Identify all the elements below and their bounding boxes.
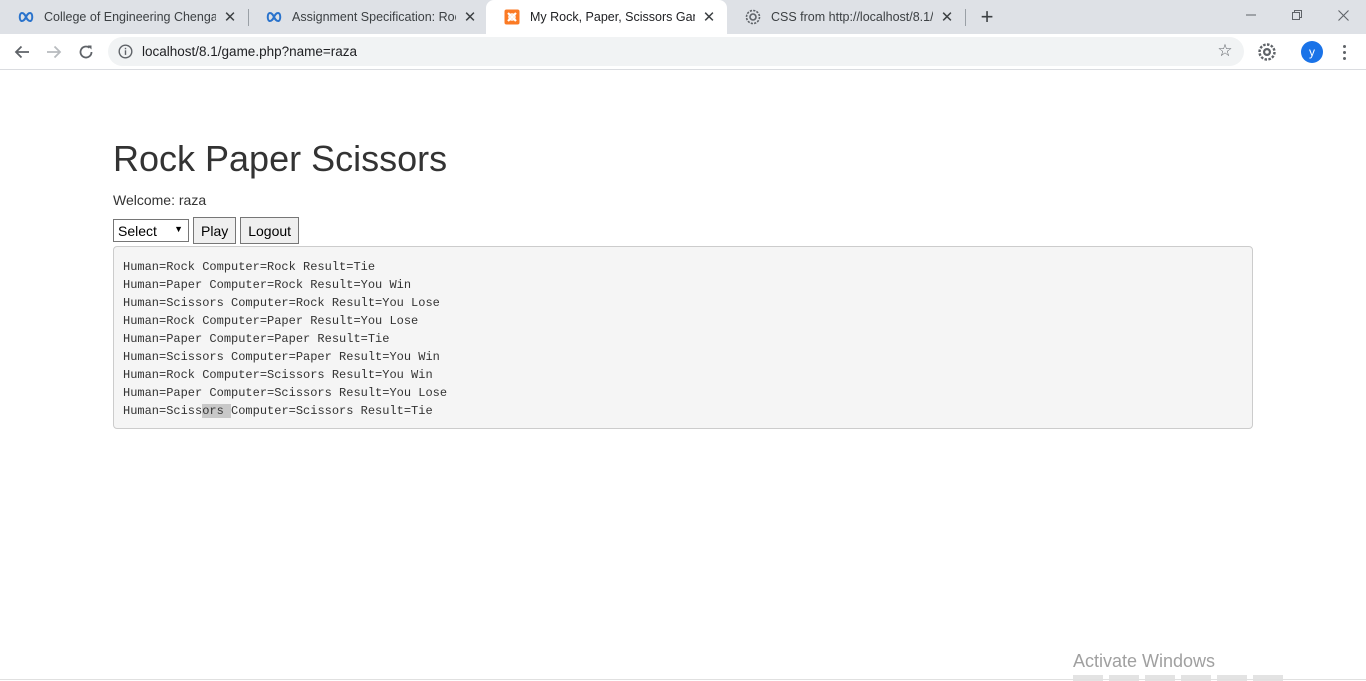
tab-title: My Rock, Paper, Scissors Game [530,10,695,24]
selected-text: ors [202,404,232,418]
address-bar[interactable]: localhost/8.1/game.php?name=raza ☆ [108,37,1244,66]
tab-title: CSS from http://localhost/8.1/gam [771,10,933,24]
play-button[interactable]: Play [193,217,237,244]
welcome-text: Welcome: raza [113,192,207,208]
logout-button[interactable]: Logout [240,217,300,244]
tab-assignment-specification[interactable]: Assignment Specification: Rock Pa ✕ [248,0,488,34]
results-log: Human=Rock Computer=Rock Result=Tie Huma… [113,246,1253,429]
result-line: Human=Rock Computer=Paper Result=You Los… [123,314,419,328]
close-tab-icon[interactable]: ✕ [939,9,955,26]
restore-window-button[interactable] [1274,0,1320,30]
restore-icon [1292,10,1302,20]
result-line-last: Human=Scissors Computer=Scissors Result=… [123,402,1243,420]
result-line: Human=Paper Computer=Rock Result=You Win [123,278,412,292]
url-text[interactable]: localhost/8.1/game.php?name=raza [142,44,357,59]
tab-separator [965,9,966,26]
tab-title: College of Engineering Chenganr [44,10,216,24]
minimize-icon [1246,14,1256,16]
result-line: Human=Paper Computer=Paper Result=Tie [123,332,390,346]
extension-gear-icon[interactable] [1257,42,1277,62]
activate-windows-watermark: Activate Windows [1073,651,1216,671]
dropdown-arrow-icon: ▼ [174,224,183,234]
tab-college-engineering[interactable]: College of Engineering Chenganr ✕ [0,0,248,34]
tab-rock-paper-scissors-game[interactable]: My Rock, Paper, Scissors Game ✕ [486,0,727,34]
browser-toolbar: localhost/8.1/game.php?name=raza ☆ y [0,34,1366,70]
result-line: Human=Rock Computer=Scissors Result=You … [123,368,433,382]
browser-menu-icon[interactable] [1334,41,1354,63]
page-title: Rock Paper Scissors [113,138,448,179]
watermark-subtext [1073,675,1283,681]
tab-css-localhost[interactable]: CSS from http://localhost/8.1/gam ✕ [727,0,965,34]
forward-arrow-icon [47,45,62,59]
back-button[interactable] [8,38,36,66]
profile-avatar[interactable]: y [1301,41,1323,63]
info-icon[interactable] [118,44,133,59]
close-tab-icon[interactable]: ✕ [222,9,238,26]
window-bottom-edge [0,679,1366,680]
xampp-icon [504,9,520,25]
result-line: Human=Rock Computer=Rock Result=Tie [123,260,376,274]
result-line: Human=Scissors Computer=Paper Result=You… [123,350,440,364]
result-line: Human=Paper Computer=Scissors Result=You… [123,386,448,400]
back-arrow-icon [14,45,29,59]
reload-button[interactable] [72,38,100,66]
bookmark-star-icon[interactable]: ☆ [1216,41,1234,60]
close-tab-icon[interactable]: ✕ [462,9,478,26]
result-text: Computer=Scissors Result=Tie [231,404,433,418]
gear-globe-icon [745,9,761,25]
coursera-infinity-icon [266,9,282,25]
close-tab-icon[interactable]: ✕ [701,9,717,26]
tab-title: Assignment Specification: Rock Pa [292,10,456,24]
game-form: Select ▼ Play Logout [113,217,300,244]
tab-strip: College of Engineering Chenganr ✕ Assign… [0,0,1366,34]
select-value: Select [118,222,157,239]
human-choice-select[interactable]: Select ▼ [113,219,189,242]
new-tab-button[interactable]: + [976,4,998,29]
reload-icon [79,45,93,59]
forward-button[interactable] [40,38,68,66]
close-icon [1337,9,1349,21]
coursera-infinity-icon [18,9,34,25]
result-text: Human=Sciss [123,404,203,418]
close-window-button[interactable] [1320,0,1366,30]
minimize-window-button[interactable] [1228,0,1274,30]
page-content: Rock Paper Scissors Welcome: raza Select… [0,71,1366,681]
result-line: Human=Scissors Computer=Rock Result=You … [123,296,440,310]
